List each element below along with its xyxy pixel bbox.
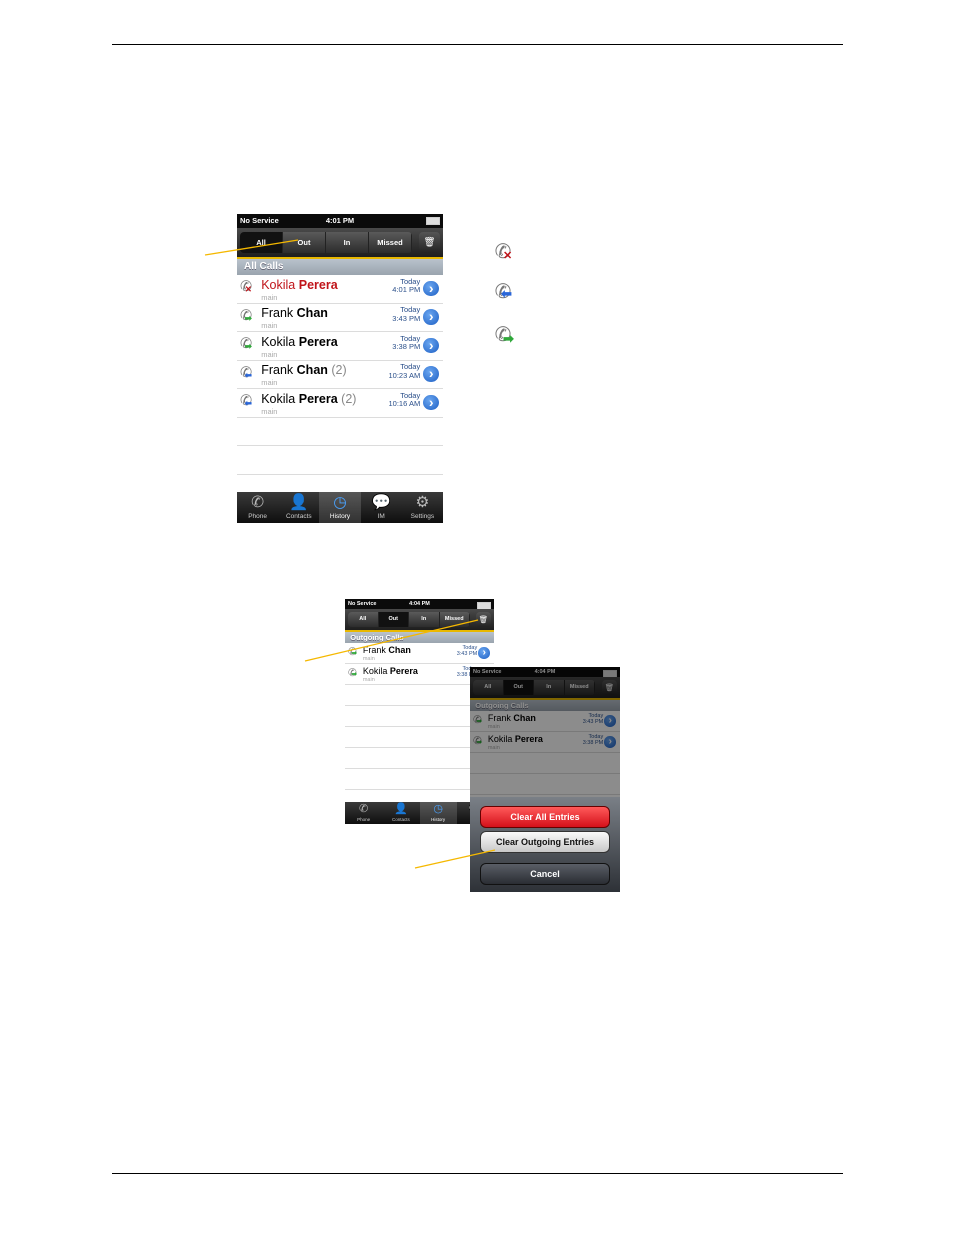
document-page: No Service 4:01 PM All Out In Missed 🗑 All Call… (0, 0, 954, 1235)
callout-line-clear-outgoing (414, 849, 496, 869)
callout-lines (204, 239, 496, 869)
callout-line-trash (304, 619, 479, 662)
callout-line-out-tab (204, 239, 299, 256)
